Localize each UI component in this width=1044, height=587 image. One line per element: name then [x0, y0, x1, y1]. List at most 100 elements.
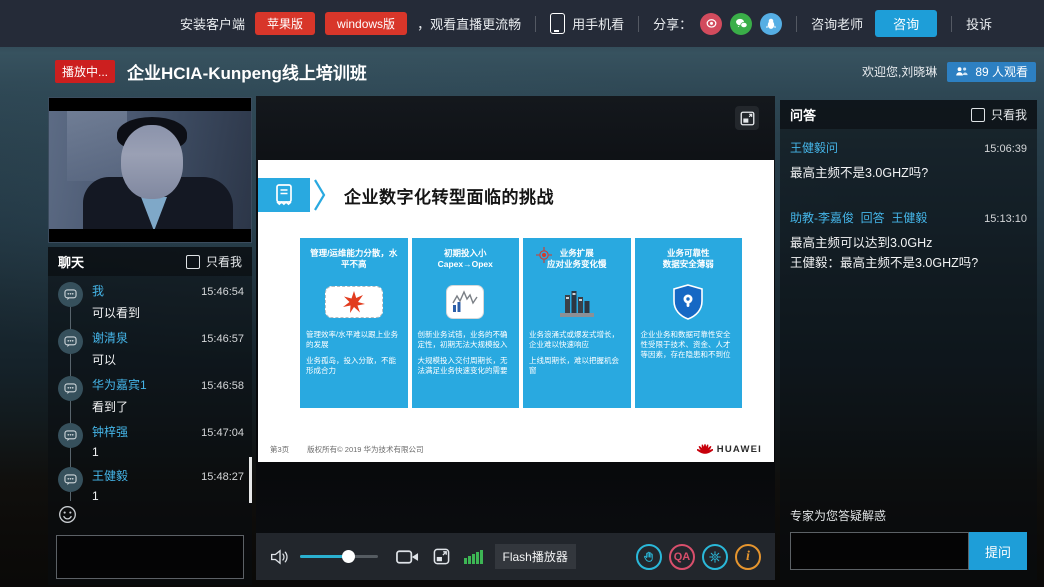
complaint-link[interactable]: 投诉	[966, 14, 992, 33]
watch-on-mobile-label[interactable]: 用手机看	[572, 14, 624, 33]
chat-bubble-avatar-icon	[58, 329, 83, 354]
chat-bubble-avatar-icon	[58, 467, 83, 492]
huawei-wordmark: HUAWEI	[717, 444, 762, 455]
slide: 企业数字化转型面临的挑战 管理/运维能力分散，水平不高 管理效率/水平难以跟上业…	[258, 160, 774, 462]
divider	[535, 16, 536, 32]
chat-message: 谢清泉 15:46:57 可以	[48, 323, 252, 370]
chat-timestamp: 15:46:57	[201, 333, 244, 345]
chat-timestamp: 15:47:04	[201, 427, 244, 439]
layout-swap-icon	[433, 548, 450, 565]
qa-answer-text: 最高主频可以达到3.0GHz 王健毅：最高主频不是3.0GHZ吗?	[790, 234, 1027, 273]
checkbox-icon[interactable]	[971, 108, 985, 122]
challenge-box: 业务可靠性 数据安全薄弱 企业业务和数据可靠性安全性受限于技术、资金、人才等因素…	[635, 238, 743, 408]
divider	[796, 16, 797, 32]
challenge-boxes: 管理/运维能力分散，水平不高 管理效率/水平难以跟上业务的发展 业务孤岛，投入分…	[300, 238, 742, 408]
chat-username: 谢清泉	[92, 329, 128, 346]
chat-only-me-checkbox[interactable]: 只看我	[186, 253, 242, 270]
chat-bubble-avatar-icon	[58, 376, 83, 401]
consult-button[interactable]: 咨询	[875, 10, 937, 37]
qa-question-text: 最高主频不是3.0GHZ吗?	[790, 164, 1027, 183]
gear-icon	[708, 550, 722, 564]
signal-strength-icon	[464, 550, 483, 564]
shield-icon	[641, 280, 737, 324]
chat-title: 聊天	[58, 252, 84, 271]
chat-text: 1	[92, 489, 244, 501]
slide-page-number: 第3页	[270, 444, 289, 455]
chat-username: 我	[92, 282, 104, 299]
info-button[interactable]: i	[735, 544, 761, 570]
qa-item: 助教-李嘉俊 回答 王健毅15:13:10 最高主频可以达到3.0GHz 王健毅…	[780, 199, 1037, 275]
qa-question-input[interactable]	[790, 532, 969, 570]
chat-message: 王健毅15:48:27 1	[48, 461, 252, 501]
challenge-box: 业务扩展 应对业务变化慢 业务浪涌式或爆发式增长，企业难以快速响应 上线周期长，…	[523, 238, 631, 408]
qa-ask-area: 专家为您答疑解惑 提问	[790, 507, 1027, 570]
qa-title: 问答	[790, 105, 816, 124]
consult-teacher-label: 咨询老师	[811, 14, 863, 33]
share-label: 分享：	[653, 14, 692, 33]
burst-icon	[306, 280, 402, 324]
huawei-logo: HUAWEI	[697, 443, 762, 456]
people-icon	[955, 66, 969, 77]
phone-icon	[550, 13, 565, 34]
chat-username: 华为嘉宾1	[92, 376, 147, 393]
divider	[638, 16, 639, 32]
slide-footer: 第3页 版权所有© 2019 华为技术有限公司 HUAWEI	[270, 443, 762, 456]
challenge-box: 管理/运维能力分散，水平不高 管理效率/水平难以跟上业务的发展 业务孤岛，投入分…	[300, 238, 408, 408]
volume-slider-thumb[interactable]	[342, 550, 355, 563]
presenter-scene	[49, 111, 251, 229]
chat-message-list[interactable]: 我15:46:54 可以看到 谢清泉15:46:57 可以 华为嘉宾115:46…	[48, 276, 252, 501]
top-bar: 安装客户端 苹果版 windows版 ，观看直播更流畅 用手机看 分享： 咨询老…	[0, 0, 1044, 47]
chat-message: 钟梓强15:47:04 1	[48, 417, 252, 461]
volume-icon[interactable]	[270, 548, 290, 566]
room-title: 企业HCIA-Kunpeng线上培训班	[127, 59, 367, 84]
chat-text: 可以	[92, 351, 244, 368]
slide-doc-icon	[258, 178, 310, 212]
playing-status-badge: 播放中...	[55, 60, 115, 83]
player-controls: Flash播放器 QA i	[256, 533, 775, 580]
presenter-video[interactable]	[48, 97, 252, 243]
qa-button[interactable]: QA	[669, 544, 695, 570]
qa-asker-name: 王健毅问	[790, 139, 838, 156]
slide-copyright: 版权所有© 2019 华为技术有限公司	[307, 444, 423, 455]
raise-hand-button[interactable]	[636, 544, 662, 570]
emoji-button[interactable]	[58, 505, 77, 529]
buildings-icon	[529, 280, 625, 324]
slide-title: 企业数字化转型面临的挑战	[344, 183, 554, 208]
camera-toggle-button[interactable]	[396, 549, 419, 565]
qq-share-icon[interactable]	[760, 13, 782, 35]
volume-slider[interactable]	[300, 555, 378, 558]
chat-bubble-avatar-icon	[58, 282, 83, 307]
windows-version-badge[interactable]: windows版	[325, 12, 407, 35]
target-icon	[536, 247, 552, 263]
flash-player-toggle[interactable]: Flash播放器	[495, 544, 576, 569]
viewer-count-badge: 89 人观看	[947, 62, 1036, 82]
chat-text: 看到了	[92, 398, 244, 415]
ask-question-button[interactable]: 提问	[969, 532, 1027, 570]
chart-icon	[418, 280, 514, 324]
camera-icon	[396, 549, 419, 565]
swap-view-button[interactable]	[735, 106, 759, 130]
checkbox-icon[interactable]	[186, 255, 200, 269]
chevron-right-icon	[312, 177, 328, 213]
weibo-share-icon[interactable]	[700, 13, 722, 35]
qa-answerer-name: 助教-李嘉俊 回答 王健毅	[790, 209, 927, 226]
settings-button[interactable]	[702, 544, 728, 570]
qa-panel: 问答 只看我 王健毅问15:06:39 最高主频不是3.0GHZ吗? 助教-李嘉…	[780, 100, 1037, 580]
wechat-share-icon[interactable]	[730, 13, 752, 35]
video-letterbox-top	[49, 98, 251, 111]
chat-scrollbar[interactable]	[249, 457, 252, 503]
welcome-user-label: 欢迎您,刘晓琳	[862, 63, 937, 80]
chat-username: 王健毅	[92, 467, 128, 484]
qa-only-me-checkbox[interactable]: 只看我	[971, 106, 1027, 123]
swap-view-icon	[740, 111, 755, 126]
video-letterbox-bottom	[49, 229, 251, 242]
presenter-face	[121, 125, 183, 199]
challenge-box: 初期投入小 Capex→Opex 创新业务试错，业务的不确定性，初期无法大规模投…	[412, 238, 520, 408]
hand-icon	[642, 550, 656, 564]
divider	[951, 16, 952, 32]
presentation-player: 企业数字化转型面临的挑战 管理/运维能力分散，水平不高 管理效率/水平难以跟上业…	[256, 96, 775, 580]
apple-version-badge[interactable]: 苹果版	[255, 12, 315, 35]
chat-input[interactable]	[56, 535, 244, 579]
layout-swap-button[interactable]	[433, 548, 450, 565]
chat-text: 1	[92, 445, 244, 459]
